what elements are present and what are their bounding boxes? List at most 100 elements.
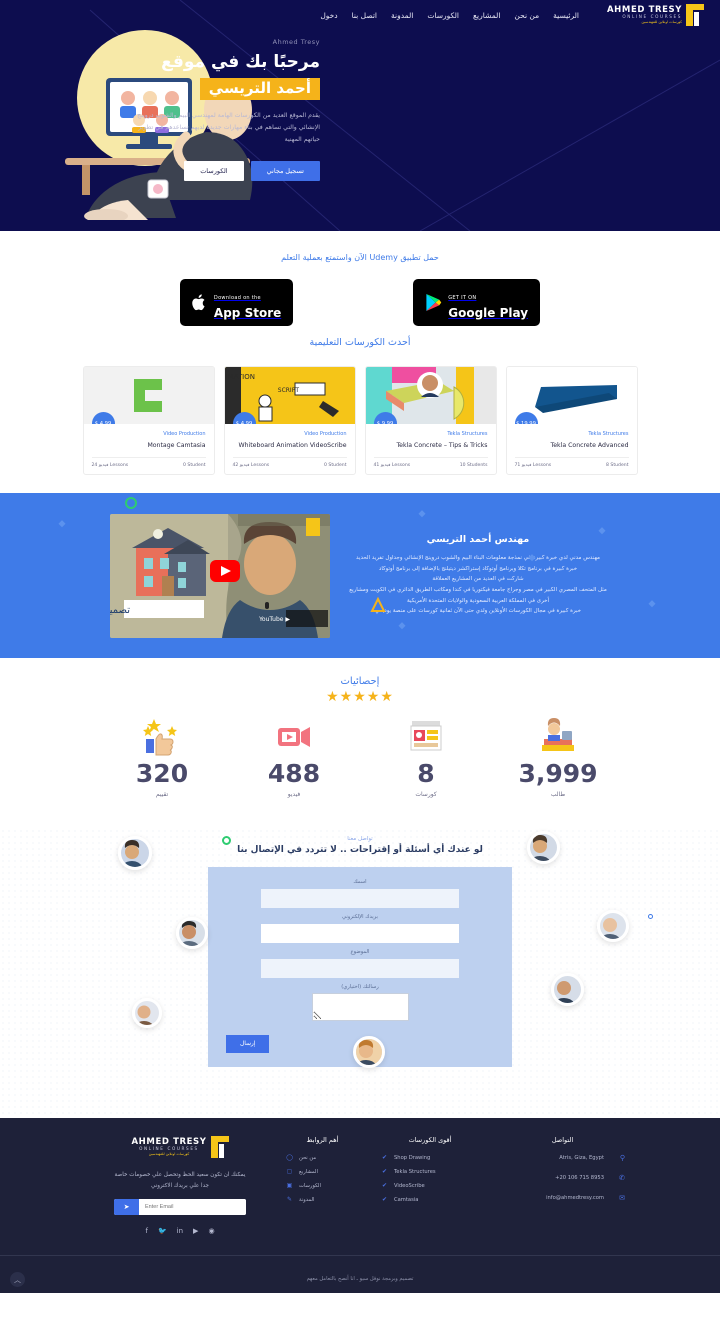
contact-eyebrow: تواصل معنا <box>347 836 373 842</box>
footer-course-label: Tekla Structures <box>394 1168 436 1175</box>
avatar <box>353 1036 385 1068</box>
footer-link-about[interactable]: من نحن ◯ <box>285 1154 360 1161</box>
course-name: Tekla Concrete – Tips & Tricks <box>396 442 488 449</box>
google-play-icon <box>426 294 442 312</box>
footer-link-courses[interactable]: الكورسات ▣ <box>285 1182 360 1189</box>
footer-course-label: Camtasia <box>394 1196 419 1203</box>
app-download-section: حمل تطبيق Udemy الآن واستمتع بعملية التع… <box>0 231 720 331</box>
twitter-icon[interactable]: 🐦 <box>158 1227 167 1235</box>
footer-email: info@ahmedtresy.com <box>546 1195 604 1201</box>
courses-button[interactable]: الكورسات <box>184 160 244 181</box>
footer-logo-name: AHMED TRESY <box>131 1136 207 1147</box>
pen-icon: ✎ <box>286 1196 293 1203</box>
check-icon: ✔ <box>381 1168 388 1175</box>
courses-icon <box>360 715 492 759</box>
newsletter-form[interactable]: ➤ <box>114 1199 246 1216</box>
app-store-big: App Store <box>213 305 282 320</box>
stat-value: 3,999 <box>518 759 598 788</box>
course-category: Tekla Structures <box>447 431 488 437</box>
youtube-icon[interactable]: ▶ <box>193 1227 198 1235</box>
logo-mark-icon <box>210 1136 229 1158</box>
courses-title: أحدث الكورسات التعليمية <box>309 337 411 348</box>
footer-course-link[interactable]: Camtasia ✔ <box>380 1196 480 1203</box>
check-icon: ✔ <box>381 1154 388 1161</box>
nav-item-contact[interactable]: اتصل بنا <box>352 11 377 20</box>
green-ring-decoration <box>222 836 231 845</box>
email-input[interactable] <box>261 924 459 943</box>
course-card[interactable]: $ 9.99 Tekla Structures Tekla Concrete –… <box>364 366 497 475</box>
course-lessons: 71 فيديو Lessons <box>514 463 552 468</box>
footer-contact-item[interactable]: ⚲ Atris, Giza, Egypt <box>500 1154 625 1162</box>
footer-link-label: الكورسات <box>299 1182 321 1189</box>
stats-heading: إحصائيات <box>340 676 380 687</box>
thumbs-up-icon <box>96 715 228 759</box>
avatar <box>527 831 560 864</box>
footer-course-link[interactable]: Tekla Structures ✔ <box>380 1168 480 1175</box>
apple-icon <box>192 294 205 311</box>
footer-courses-heading: أقوى الكورسات <box>408 1136 452 1144</box>
course-lessons: 24 فيديو Lessons <box>91 463 129 468</box>
course-lessons: 41 فيديو Lessons <box>373 463 411 468</box>
main-navigation[interactable]: AHMED TRESY ONLINE COURSES كورسات اونلاي… <box>0 0 720 30</box>
nav-item-about[interactable]: من نحن <box>514 11 539 20</box>
footer-contact-item[interactable]: ✉ info@ahmedtresy.com <box>500 1194 625 1202</box>
footer-course-link[interactable]: VideoScribe ✔ <box>380 1182 480 1189</box>
blue-ring-decoration <box>648 914 653 919</box>
stat-label: كورسات <box>415 791 437 798</box>
email-label: بريدك الإلكتروني <box>342 914 378 920</box>
nav-item-home[interactable]: الرئيسية <box>553 11 579 20</box>
contact-form[interactable]: اسمك بريدك الإلكتروني الموضوع رسالتك (اخ… <box>208 867 512 1067</box>
stat-item: 3,999 طالب <box>492 715 624 798</box>
course-name: Tekla Concrete Advanced <box>550 442 629 449</box>
svg-text:▶ YouTube: ▶ YouTube <box>258 616 290 623</box>
stat-item: 320 تقييم <box>96 715 228 798</box>
whatsapp-icon: ✆ <box>619 1174 625 1182</box>
footer-logo[interactable]: AHMED TRESY ONLINE COURSES كورسات اونلاي… <box>95 1136 265 1158</box>
nav-item-blog[interactable]: المدونة <box>391 11 413 20</box>
app-store-badge[interactable]: Download on the App Store <box>179 279 294 327</box>
footer-course-label: VideoScribe <box>394 1182 425 1189</box>
signup-free-button[interactable]: تسجيل مجاني <box>250 160 320 181</box>
course-card[interactable]: $ 19.99 Tekla Structures Tekla Concrete … <box>505 366 638 475</box>
name-input[interactable] <box>261 889 459 908</box>
footer-links-column: أهم الروابط من نحن ◯ المشاريع ▢ الكورسات… <box>275 1136 370 1235</box>
nav-item-courses[interactable]: الكورسات <box>427 11 459 20</box>
nav-item-projects[interactable]: المشاريع <box>473 11 500 20</box>
newsletter-email-input[interactable] <box>139 1199 246 1216</box>
stat-item: 488 فيديو <box>228 715 360 798</box>
youtube-video-player[interactable]: تصميم إنشائي ومعماري ▶ YouTube <box>109 513 330 638</box>
subject-input[interactable] <box>261 959 459 978</box>
nav-item-login[interactable]: دخول <box>320 11 337 20</box>
facebook-icon[interactable]: f <box>145 1227 147 1235</box>
instagram-icon[interactable]: ◉ <box>208 1227 214 1235</box>
hero-title: مرحبًا بك في موقع <box>161 52 320 72</box>
avatar <box>176 917 208 949</box>
google-play-badge[interactable]: GET IT ON Google Play <box>413 279 541 327</box>
course-card[interactable]: $ 4.99 Video Production Montage Camtasia… <box>82 366 215 475</box>
send-button[interactable]: إرسال <box>226 1035 270 1053</box>
course-name: Montage Camtasia <box>147 442 206 449</box>
footer-links-heading: أهم الروابط <box>306 1136 339 1144</box>
subject-label: الموضوع <box>350 949 370 955</box>
check-icon: ✔ <box>381 1196 388 1203</box>
course-students: 8 Student <box>606 463 629 468</box>
footer-courses-column: أقوى الكورسات Shop Drawing ✔ Tekla Struc… <box>370 1136 490 1235</box>
footer-link-label: من نحن <box>299 1154 317 1161</box>
stat-value: 320 <box>135 759 189 788</box>
linkedin-icon[interactable]: in <box>177 1227 183 1235</box>
copyright-text: تصميم وبرمجة نوفل سيو ـ انا أنصح بالتعام… <box>306 1276 414 1283</box>
message-textarea[interactable] <box>311 993 409 1021</box>
site-logo[interactable]: AHMED TRESY ONLINE COURSES كورسات اونلاي… <box>607 4 704 26</box>
footer-contact-item[interactable]: ✆ +20 106 715 8953 <box>500 1174 625 1182</box>
footer-course-link[interactable]: Shop Drawing ✔ <box>380 1154 480 1161</box>
course-card[interactable]: WHITEBOARD ANIMATION SCRIPT $ 4.99 Video… <box>223 366 356 475</box>
course-thumbnail: $ 4.99 <box>83 367 214 424</box>
avatar <box>551 973 584 1006</box>
footer-link-projects[interactable]: المشاريع ▢ <box>285 1168 360 1175</box>
hero-text-block: Ahmed Tresy مرحبًا بك في موقع أحمد التري… <box>50 38 330 181</box>
logo-mark-icon <box>686 4 704 26</box>
newsletter-submit-button[interactable]: ➤ <box>114 1199 139 1216</box>
contact-heading: لو عندك أي أسئلة أو إقتراحات .. لا تتردد… <box>237 845 483 855</box>
footer-link-blog[interactable]: المدونة ✎ <box>285 1196 360 1203</box>
footer-phone: +20 106 715 8953 <box>555 1175 604 1181</box>
